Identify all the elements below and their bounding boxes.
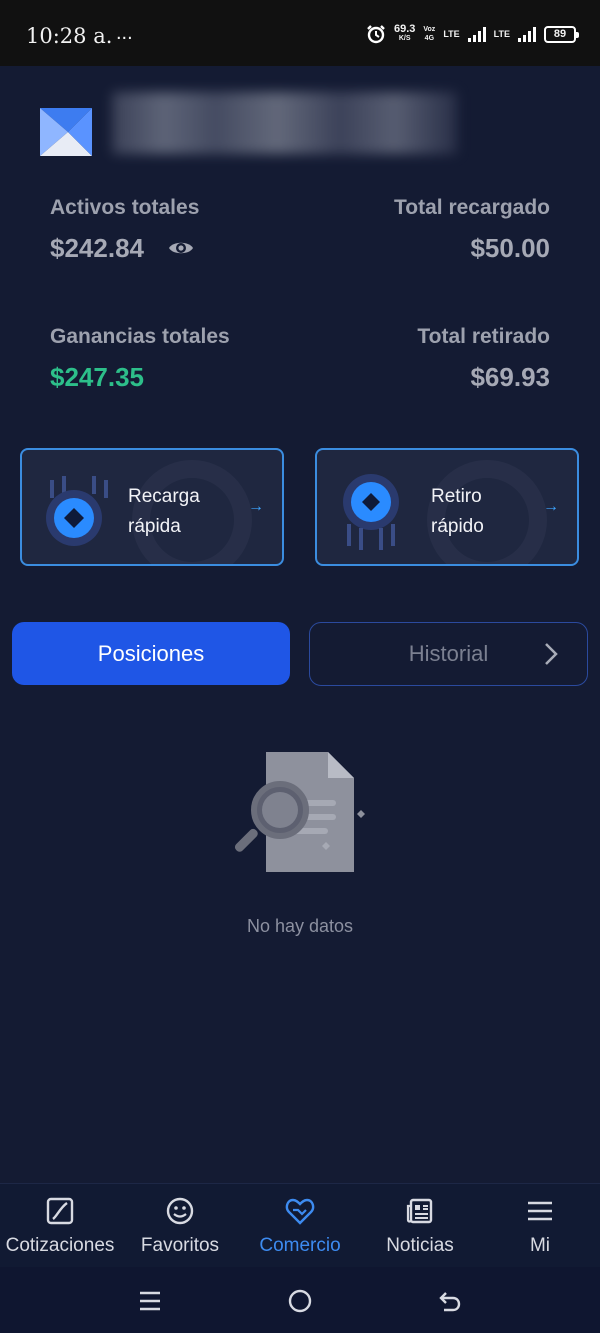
nav-item-quotes[interactable]: Cotizaciones: [0, 1184, 120, 1268]
net-4g-label: 4G: [424, 35, 435, 42]
empty-state-text: No hay datos: [246, 916, 354, 936]
nav-item-label: Cotizaciones: [5, 1235, 115, 1256]
total-assets-label: Activos totales: [50, 196, 200, 219]
total-withdrawn-label: Total retirado: [417, 325, 550, 348]
volte-indicator: Voz 4G: [423, 25, 435, 43]
arrow-right-icon: →: [248, 498, 264, 515]
recent-apps-icon[interactable]: [136, 1287, 164, 1315]
signal-bars-1-icon: [467, 26, 486, 42]
total-earnings-label: Ganancias totales: [50, 325, 230, 348]
tab-history-label: Historial: [408, 641, 489, 666]
app-logo-icon: [40, 108, 92, 156]
quick-withdraw-label: Retiro rápido: [431, 486, 484, 537]
network-speed-value: 69.3: [393, 23, 416, 35]
battery-icon: 89: [544, 25, 579, 43]
system-nav-bar: [0, 1267, 600, 1333]
status-more-dots: ...: [116, 22, 133, 44]
nav-item-trade[interactable]: Comercio: [240, 1184, 360, 1268]
battery-level: 89: [553, 28, 567, 40]
total-recharged-value: $50.00: [470, 233, 550, 263]
alarm-icon: [367, 25, 385, 44]
quick-withdraw-button[interactable]: Retiro rápido →: [315, 448, 579, 566]
quick-recharge-button[interactable]: Recarga rápida →: [20, 448, 284, 566]
tab-positions[interactable]: Posiciones: [12, 622, 290, 685]
nav-item-label: Favoritos: [140, 1235, 220, 1256]
nav-item-label: Mi: [529, 1235, 551, 1256]
total-earnings-value: $247.35: [50, 362, 144, 392]
home-icon[interactable]: [286, 1287, 314, 1315]
nav-item-news[interactable]: Noticias: [360, 1184, 480, 1268]
withdraw-coin-icon: [343, 474, 399, 550]
nav-item-me[interactable]: Mi: [480, 1184, 600, 1268]
network-speed: 69.3 K/S: [393, 23, 416, 43]
total-recharged-label: Total recargado: [394, 196, 550, 219]
eye-icon[interactable]: [168, 237, 194, 259]
tab-history[interactable]: Historial: [309, 622, 588, 686]
voz-label: Voz: [423, 26, 436, 33]
status-time: 10:28 a.: [26, 24, 113, 48]
lte-label-1: LTE: [443, 29, 460, 39]
no-data-illustration-icon: [234, 752, 365, 872]
network-speed-unit: K/S: [398, 35, 411, 42]
status-indicators: 69.3 K/S Voz 4G LTE LTE 89: [366, 23, 579, 44]
lte-label-2: LTE: [493, 29, 510, 39]
total-withdrawn-value: $69.93: [470, 362, 550, 392]
chevron-right-icon: [545, 643, 558, 665]
nav-item-label: Noticias: [386, 1235, 454, 1256]
nav-item-favorites[interactable]: Favoritos: [120, 1184, 240, 1268]
bottom-nav: Cotizaciones Favoritos Comercio Noticias…: [0, 1183, 600, 1267]
total-assets-value: $242.84: [50, 233, 144, 263]
tab-positions-label: Posiciones: [97, 640, 205, 666]
newspaper-icon: [406, 1198, 433, 1224]
smiley-icon: [166, 1197, 194, 1225]
username-redacted: [112, 92, 457, 154]
quick-recharge-label: Recarga rápida: [128, 486, 200, 537]
recharge-coin-icon: [46, 476, 108, 546]
status-bar: 10:28 a. ... 69.3 K/S Voz 4G LTE LTE 89: [0, 0, 600, 66]
arrow-right-icon: →: [543, 498, 559, 515]
menu-icon: [528, 1201, 552, 1221]
back-icon[interactable]: [436, 1287, 464, 1315]
handshake-heart-icon: [285, 1198, 315, 1225]
nav-item-label: Comercio: [259, 1235, 341, 1256]
chart-icon: [46, 1197, 74, 1225]
signal-bars-2-icon: [518, 26, 536, 42]
